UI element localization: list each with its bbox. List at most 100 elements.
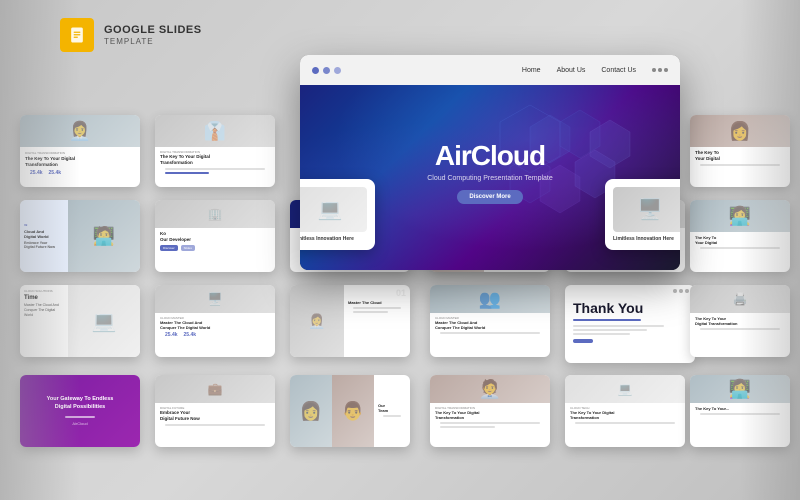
slide-12-line2 [353, 311, 388, 313]
slide-card-3: 👩 The Key ToYour Digital [690, 115, 790, 187]
slide-card-17: 💼 DIGITAL FUTURE Embrace YourDigital Fut… [155, 375, 275, 447]
slide-9-line [700, 247, 780, 249]
slide-15-line [700, 328, 780, 330]
slide-15-image: 🖨️ [690, 285, 790, 313]
slide-19-line2 [440, 426, 495, 428]
slide-10-tag: Cloud Solutions [24, 289, 64, 293]
slide-13-title: Master The Cloud AndConquer The Digital … [435, 320, 545, 330]
slide-1-stat-1: 25.4k [30, 170, 43, 176]
nav-home[interactable]: Home [522, 67, 541, 74]
slide-2-title: The Key To Your DigitalTransformation [160, 154, 270, 166]
slide-4-inner: 09 Cloud AndDigital World Embrace YourDi… [20, 200, 140, 272]
ty-text-line-3 [573, 333, 630, 335]
slide-11-stat2: 25.4k [184, 332, 197, 338]
slide-9-body: The Key ToYour Digital [690, 232, 790, 254]
slide-4-left: 09 Cloud AndDigital World Embrace YourDi… [20, 200, 68, 272]
slide-18-image2: 👨 [332, 375, 374, 447]
slide-19-body: DIGITAL TRANSFORMATION The Key To Your D… [430, 403, 550, 433]
slide-13-body: CLOUD MASTER Master The Cloud AndConquer… [430, 313, 550, 339]
slide-17-body: DIGITAL FUTURE Embrace YourDigital Futur… [155, 403, 275, 431]
slide-card-15: 🖨️ The Key To YourDigital Transformation [690, 285, 790, 357]
floating-card-left-text: Limitless Innovation Here [300, 236, 367, 243]
slide-card-10: Cloud Solutions Time Master The Cloud An… [20, 285, 140, 357]
slide-11-image: 🖥️ [155, 285, 275, 313]
slide-card-11: 🖥️ CLOUD MASTER Master The Cloud AndConq… [155, 285, 275, 357]
more-dot-2 [658, 68, 662, 72]
slide-card-21: 👩‍💻 The Key To Your... [690, 375, 790, 447]
slide-card-1: 👩‍💼 DIGITAL TRANSFORMATION The Key To Yo… [20, 115, 140, 187]
slide-11-stat1: 25.4k [165, 332, 178, 338]
floating-card-left: 💻 Limitless Innovation Here [300, 179, 375, 251]
slide-card-19: 🧑‍💼 DIGITAL TRANSFORMATION The Key To Yo… [430, 375, 550, 447]
thank-you-title: Thank You [573, 301, 687, 315]
slide-1-body: DIGITAL TRANSFORMATION The Key To Your D… [20, 147, 140, 181]
slide-18-inner: 👩 👨 OurTeam [290, 375, 410, 447]
slide-17-image: 💼 [155, 375, 275, 403]
aircloud-subtitle: Cloud Computing Presentation Template [390, 175, 590, 182]
slide-3-line [700, 164, 780, 166]
nav-dot-2 [323, 67, 330, 74]
slide-18-image1: 👩 [290, 375, 332, 447]
nav-about[interactable]: About Us [557, 67, 586, 74]
slide-13-line [440, 332, 540, 334]
slide-3-image: 👩 [690, 115, 790, 147]
slide-2-body: DIGITAL TRANSFORMATION The Key To Your D… [155, 147, 275, 179]
header-text: GOOGLE SLIDES TEMPLATE [104, 24, 202, 46]
slide-5-buttons: Discover Slides [160, 245, 270, 251]
discover-more-button[interactable]: Discover More [457, 190, 522, 204]
slide-12-number: 01 [348, 289, 406, 298]
slide-10-inner: Cloud Solutions Time Master The Cloud An… [20, 285, 140, 357]
slide-2-line-accent [165, 172, 209, 174]
main-slide-nav: Home About Us Contact Us [300, 55, 680, 85]
slide-11-title: Master The Cloud AndConquer The Digital … [160, 320, 270, 330]
ty-dot-3 [685, 289, 689, 293]
slide-1-stat-2: 25.4k [49, 170, 62, 176]
slide-19-line [440, 422, 540, 424]
slide-card-2: 👔 DIGITAL TRANSFORMATION The Key To Your… [155, 115, 275, 187]
slide-1-image: 👩‍💼 [20, 115, 140, 147]
header: GOOGLE SLIDES TEMPLATE [60, 18, 202, 52]
slide-19-title: The Key To Your DigitalTransformation [435, 410, 545, 420]
nav-dot-3 [334, 67, 341, 74]
thank-you-dots [565, 285, 695, 295]
header-subtitle: TEMPLATE [104, 37, 202, 46]
slide-20-image: 💻 [565, 375, 685, 403]
slide-12-title: Master The Cloud [348, 300, 406, 305]
slide-card-5: 🏢 KoOur Developer Discover Slides [155, 200, 275, 272]
more-dot-3 [664, 68, 668, 72]
slide-card-4: 09 Cloud AndDigital World Embrace YourDi… [20, 200, 140, 272]
slide-16-title: Your Gateway To EndlessDigital Possibili… [47, 396, 114, 411]
nav-more-dots [652, 68, 668, 72]
nav-contact[interactable]: Contact Us [601, 67, 636, 74]
slide-20-body: CLOUD TECH The Key To Your DigitalTransf… [565, 403, 685, 429]
slide-10-left: Cloud Solutions Time Master The Cloud An… [20, 285, 68, 357]
slide-5-btn2: Slides [181, 245, 195, 251]
slide-4-label: 09 [24, 223, 64, 227]
slide-card-12: 👩‍💼 01 Master The Cloud [290, 285, 410, 357]
thank-you-text-lines [573, 325, 687, 335]
main-slide-center: AirCloud Cloud Computing Presentation Te… [390, 140, 590, 204]
floating-card-right: 🖥️ Limitless Innovation Here [605, 179, 680, 251]
slide-20-line [575, 422, 675, 424]
slide-11-body: CLOUD MASTER Master The Cloud AndConquer… [155, 313, 275, 343]
slide-18-content: OurTeam [374, 375, 410, 447]
slide-2-image: 👔 [155, 115, 275, 147]
slide-12-inner: 👩‍💼 01 Master The Cloud [290, 285, 410, 357]
slide-18-line [383, 415, 401, 417]
slide-15-title: The Key To YourDigital Transformation [695, 316, 785, 326]
slide-4-image: 🧑‍💻 [68, 200, 140, 272]
ty-dot-1 [673, 289, 677, 293]
slide-5-body: KoOur Developer Discover Slides [155, 228, 275, 254]
slide-card-16: Your Gateway To EndlessDigital Possibili… [20, 375, 140, 447]
slide-12-image: 👩‍💼 [290, 285, 344, 357]
slide-9-title: The Key ToYour Digital [695, 235, 785, 245]
slide-21-title: The Key To Your... [695, 406, 785, 411]
slide-card-14: Thank You [565, 285, 695, 363]
nav-dot-1 [312, 67, 319, 74]
slide-11-stats: 25.4k 25.4k [160, 330, 270, 340]
slide-5-btn1: Discover [160, 245, 178, 251]
main-slide-background: 💻 Limitless Innovation Here AirCloud Clo… [300, 85, 680, 270]
thank-you-content: Thank You [565, 295, 695, 349]
slide-card-9: 👩‍💻 The Key ToYour Digital [690, 200, 790, 272]
slide-4-body: Embrace YourDigital Future Now [24, 241, 64, 249]
